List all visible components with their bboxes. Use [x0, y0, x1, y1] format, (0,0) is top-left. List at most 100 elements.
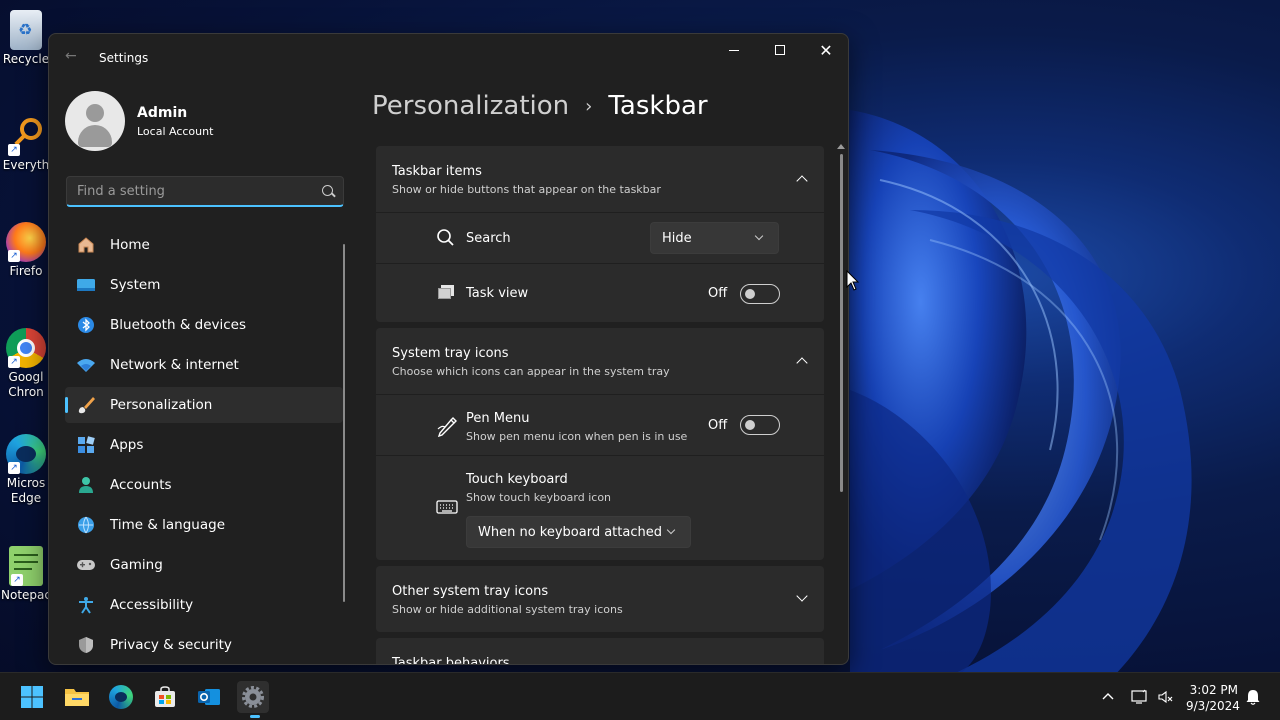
sidebar-item-network[interactable]: Network & internet: [65, 347, 343, 383]
taskbar-store[interactable]: [149, 681, 181, 713]
sidebar-item-label: Accessibility: [110, 597, 194, 613]
sidebar-item-system[interactable]: System: [65, 267, 343, 303]
toggle-state-label: Off: [708, 418, 728, 433]
maximize-icon: [775, 45, 785, 55]
section-title: System tray icons: [392, 346, 509, 361]
sidebar-item-personalization[interactable]: Personalization: [65, 387, 343, 423]
search-input[interactable]: [77, 183, 307, 199]
speaker-muted-icon[interactable]: [1157, 689, 1173, 705]
desktop-icon-label: Recycle: [2, 52, 50, 66]
scrollbar-thumb[interactable]: [840, 154, 843, 492]
desktop-icon-edge[interactable]: ↗ Micros Edge: [0, 434, 52, 506]
desktop-icon-label: Everyth: [2, 158, 50, 172]
setting-sublabel: Show pen menu icon when pen is in use: [466, 430, 688, 443]
toggle-state-label: Off: [708, 286, 728, 301]
tray-date: 9/3/2024: [1186, 699, 1240, 713]
folder-icon: [65, 689, 89, 706]
windows-logo-icon: [21, 686, 43, 708]
section-header-system-tray-icons[interactable]: System tray icons Choose which icons can…: [376, 328, 824, 394]
accounts-icon: [76, 475, 96, 495]
touch-keyboard-dropdown[interactable]: When no keyboard attached: [466, 516, 691, 548]
search-box[interactable]: [66, 176, 344, 207]
sidebar-item-label: Network & internet: [110, 357, 239, 373]
notepad-icon: ↗: [9, 546, 43, 586]
tray-clock[interactable]: 3:02 PM 9/3/2024: [1186, 682, 1240, 714]
section-header-taskbar-items[interactable]: Taskbar items Show or hide buttons that …: [376, 146, 824, 212]
gear-icon: [242, 686, 264, 708]
search-visibility-dropdown[interactable]: Hide: [650, 222, 779, 254]
section-header-other-system-tray-icons[interactable]: Other system tray icons Show or hide add…: [376, 566, 824, 632]
search-icon[interactable]: [322, 185, 333, 196]
section-title: Taskbar behaviors: [392, 656, 510, 665]
sidebar-item-apps[interactable]: Apps: [65, 427, 343, 463]
desktop-icon-recycle-bin[interactable]: ♻ Recycle: [0, 10, 52, 67]
breadcrumb-parent[interactable]: Personalization: [372, 91, 569, 121]
shortcut-arrow-icon: ↗: [11, 574, 23, 586]
taskbar-settings[interactable]: [237, 681, 269, 718]
sidebar-item-privacy-security[interactable]: Privacy & security: [65, 627, 343, 663]
taskbar-outlook[interactable]: [193, 681, 225, 713]
settings-window: ← Settings ✕ Admin Local Account Home Sy…: [48, 33, 849, 665]
active-app-indicator: [250, 715, 260, 718]
chevron-down-icon[interactable]: [796, 590, 808, 602]
taskbar-edge[interactable]: [105, 681, 137, 713]
close-button[interactable]: ✕: [803, 34, 848, 66]
desktop-icon-label: Googl: [8, 370, 44, 384]
minimize-button[interactable]: [711, 34, 757, 66]
desktop-icon-label: Firefo: [9, 264, 43, 278]
sidebar-item-label: Privacy & security: [110, 637, 232, 653]
shortcut-arrow-icon: ↗: [8, 462, 20, 474]
desktop-icon-everything[interactable]: ↗ Everyth: [0, 116, 52, 173]
page-title: Taskbar: [608, 91, 708, 121]
wallpaper-bloom: [850, 90, 1280, 680]
firefox-icon: ↗: [6, 222, 46, 262]
section-subtitle: Choose which icons can appear in the sys…: [392, 365, 670, 378]
sidebar-scrollbar[interactable]: [343, 244, 345, 602]
breadcrumb: Personalization › Taskbar: [372, 91, 708, 121]
sidebar-item-accounts[interactable]: Accounts: [65, 467, 343, 503]
settings-content: Taskbar items Show or hide buttons that …: [376, 146, 824, 665]
network-icon[interactable]: [1131, 689, 1147, 705]
setting-label: Pen Menu: [466, 411, 530, 426]
bluetooth-icon: [76, 315, 96, 335]
chevron-up-icon[interactable]: [796, 357, 808, 369]
dropdown-value: When no keyboard attached: [478, 524, 662, 540]
sidebar-item-bluetooth[interactable]: Bluetooth & devices: [65, 307, 343, 343]
notification-bell-icon[interactable]: [1245, 689, 1261, 705]
setting-label: Touch keyboard: [466, 472, 568, 487]
desktop-icon-label: Chron: [8, 385, 44, 399]
title-bar[interactable]: ← Settings ✕: [49, 34, 848, 82]
chevron-down-icon: [754, 231, 764, 241]
task-view-toggle[interactable]: [740, 284, 780, 304]
edge-icon: ↗: [6, 434, 46, 474]
home-icon: [76, 235, 96, 255]
chevron-up-icon[interactable]: [796, 175, 808, 187]
sidebar-item-home[interactable]: Home: [65, 227, 343, 263]
pen-menu-toggle[interactable]: [740, 415, 780, 435]
content-scrollbar[interactable]: [835, 144, 847, 664]
desktop-icon-firefox[interactable]: ↗ Firefo: [0, 222, 52, 279]
shortcut-arrow-icon: ↗: [8, 356, 20, 368]
tray-time: 3:02 PM: [1189, 683, 1238, 697]
taskbar-file-explorer[interactable]: [61, 681, 93, 713]
avatar[interactable]: [65, 91, 125, 151]
section-header-taskbar-behaviors[interactable]: Taskbar behaviors: [376, 638, 824, 665]
maximize-button[interactable]: [757, 34, 803, 66]
recycle-bin-icon: ♻: [10, 10, 42, 50]
sidebar-item-gaming[interactable]: Gaming: [65, 547, 343, 583]
search-icon: [436, 228, 456, 248]
chevron-up-icon[interactable]: [1100, 689, 1116, 705]
sidebar-item-label: Accounts: [110, 477, 172, 493]
task-view-icon: [436, 283, 456, 303]
setting-row-search: Search Hide: [376, 213, 824, 263]
sidebar-item-label: Home: [110, 237, 150, 253]
chrome-icon: ↗: [6, 328, 46, 368]
edge-icon: [109, 685, 133, 709]
desktop-icon-chrome[interactable]: ↗ Googl Chron: [0, 328, 52, 400]
scroll-up-arrow-icon[interactable]: [837, 144, 845, 149]
desktop-icon-notepad[interactable]: ↗ Notepac: [0, 546, 52, 603]
sidebar-item-time-language[interactable]: Time & language: [65, 507, 343, 543]
start-button[interactable]: [16, 681, 48, 713]
sidebar-item-accessibility[interactable]: Accessibility: [65, 587, 343, 623]
back-arrow-icon[interactable]: ←: [65, 48, 77, 64]
